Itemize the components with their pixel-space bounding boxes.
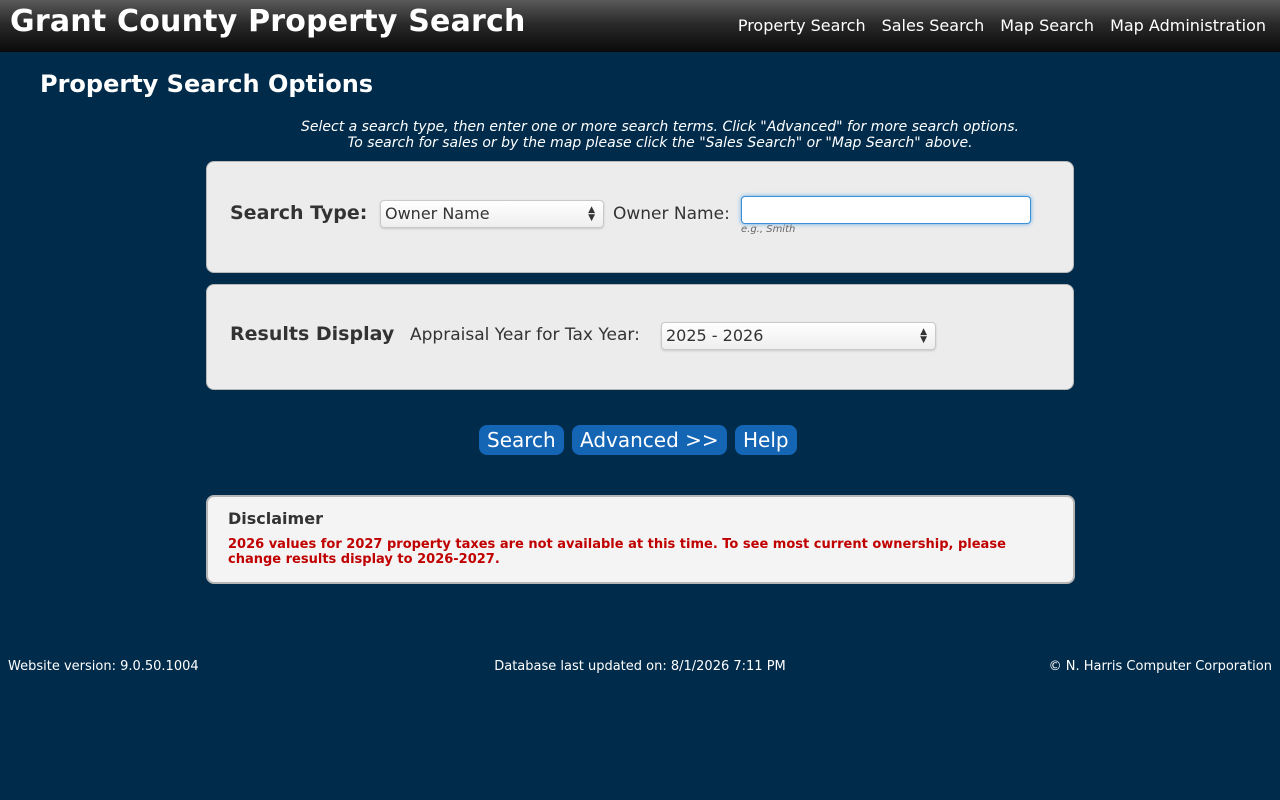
nav-property-search[interactable]: Property Search bbox=[738, 16, 866, 35]
header-bar: Grant County Property Search Property Se… bbox=[0, 0, 1280, 52]
disclaimer-box: Disclaimer 2026 values for 2027 property… bbox=[206, 495, 1075, 584]
page-title: Property Search Options bbox=[40, 70, 374, 98]
results-display-panel: Results Display Appraisal Year for Tax Y… bbox=[206, 284, 1074, 390]
advanced-button[interactable]: Advanced >> bbox=[572, 425, 727, 455]
search-type-value: Owner Name bbox=[385, 204, 490, 223]
owner-name-label: Owner Name: bbox=[613, 204, 730, 224]
search-type-label: Search Type: bbox=[230, 202, 368, 224]
owner-name-input[interactable] bbox=[741, 196, 1031, 224]
instructions: Select a search type, then enter one or … bbox=[0, 119, 1280, 151]
site-title: Grant County Property Search bbox=[10, 4, 526, 39]
disclaimer-title: Disclaimer bbox=[228, 509, 323, 528]
nav-map-search[interactable]: Map Search bbox=[1000, 16, 1094, 35]
updown-arrows-icon: ▲ ▼ bbox=[588, 205, 595, 223]
nav-map-administration[interactable]: Map Administration bbox=[1110, 16, 1266, 35]
instructions-line-1: Select a search type, then enter one or … bbox=[301, 119, 1019, 135]
updown-arrows-icon: ▲ ▼ bbox=[920, 327, 927, 345]
search-button[interactable]: Search bbox=[479, 425, 564, 455]
disclaimer-text: 2026 values for 2027 property taxes are … bbox=[228, 537, 1006, 567]
search-type-select[interactable]: Owner Name ▲ ▼ bbox=[380, 200, 604, 228]
top-nav: Property Search Sales Search Map Search … bbox=[738, 16, 1266, 35]
appraisal-year-select[interactable]: 2025 - 2026 ▲ ▼ bbox=[661, 322, 936, 350]
appraisal-year-label: Appraisal Year for Tax Year: bbox=[410, 325, 640, 345]
results-display-heading: Results Display bbox=[230, 323, 395, 345]
copyright: © N. Harris Computer Corporation bbox=[1048, 659, 1272, 674]
nav-sales-search[interactable]: Sales Search bbox=[882, 16, 985, 35]
instructions-line-2: To search for sales or by the map please… bbox=[347, 135, 973, 151]
owner-name-hint: e.g., Smith bbox=[741, 224, 796, 235]
help-button[interactable]: Help bbox=[735, 425, 797, 455]
appraisal-year-value: 2025 - 2026 bbox=[666, 326, 764, 345]
search-type-panel: Search Type: Owner Name ▲ ▼ Owner Name: e… bbox=[206, 161, 1074, 273]
